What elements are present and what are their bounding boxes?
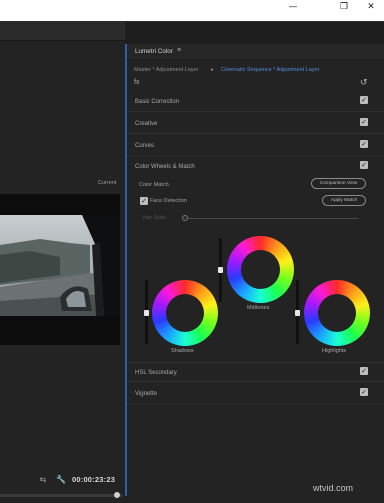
hue-scale-slider[interactable] xyxy=(184,218,358,219)
color-wheels-checkbox[interactable]: ✓ xyxy=(360,161,368,169)
video-preview[interactable] xyxy=(0,194,120,345)
swap-icon[interactable]: ⇆ xyxy=(38,474,48,484)
midtones-label: Midtones xyxy=(247,305,270,311)
fx-bypass-icon[interactable]: fx xyxy=(134,79,139,86)
clip-selector: Master * Adjustment Layer ▸ Cinematic Se… xyxy=(127,62,384,78)
panel-menu-icon[interactable]: ≡ xyxy=(177,47,181,54)
shadows-color-wheel[interactable] xyxy=(152,280,218,346)
playhead-timecode[interactable]: 00:00:23:23 xyxy=(72,475,115,484)
creative-checkbox[interactable]: ✓ xyxy=(360,118,368,126)
curves-checkbox[interactable]: ✓ xyxy=(360,140,368,148)
face-detection-checkbox[interactable]: ✓ xyxy=(140,197,148,205)
shadows-wheel-center[interactable] xyxy=(166,294,204,332)
highlights-slider-knob[interactable] xyxy=(295,310,300,316)
minimize-button[interactable]: — xyxy=(280,0,306,14)
hue-scale-label: Hue Scale xyxy=(143,215,167,221)
close-button[interactable]: ✕ xyxy=(358,0,384,14)
video-frame-image xyxy=(0,215,120,316)
lumetri-toolbar: fx ↺ xyxy=(127,78,384,90)
color-match-label: Color Match xyxy=(139,182,169,188)
reset-icon[interactable]: ↺ xyxy=(360,78,368,88)
maximize-button[interactable]: ❐ xyxy=(331,0,357,14)
midtones-slider-knob[interactable] xyxy=(218,267,223,273)
section-label: Creative xyxy=(135,121,158,127)
comparison-view-button[interactable]: Comparison View xyxy=(311,178,366,189)
highlights-wheel-center[interactable] xyxy=(318,294,356,332)
master-clip-link[interactable]: Master * Adjustment Layer xyxy=(134,67,199,73)
section-label: Vignette xyxy=(135,391,157,397)
playhead-handle[interactable] xyxy=(114,492,120,498)
face-detection-label: Face Detection xyxy=(150,198,187,204)
highlights-color-wheel[interactable] xyxy=(304,280,370,346)
vignette-checkbox[interactable]: ✓ xyxy=(360,388,368,396)
lumetri-tab-bar: Lumetri Color ≡ xyxy=(127,44,384,60)
hsl-secondary-checkbox[interactable]: ✓ xyxy=(360,367,368,375)
window-titlebar: — ❐ ✕ xyxy=(0,0,384,21)
basic-correction-checkbox[interactable]: ✓ xyxy=(360,96,368,104)
section-label: HSL Secondary xyxy=(135,370,177,376)
shadows-label: Shadows xyxy=(171,348,194,354)
clip-arrow-icon: ▸ xyxy=(211,67,214,73)
section-creative[interactable]: Creative ✓ xyxy=(127,114,384,134)
hue-scale-knob[interactable] xyxy=(182,215,188,221)
apply-match-button[interactable]: Apply Match xyxy=(322,195,366,206)
watermark: wtvid.com xyxy=(313,483,354,493)
program-monitor-header xyxy=(0,22,125,41)
section-curves[interactable]: Curves ✓ xyxy=(127,136,384,156)
section-hsl-secondary[interactable]: HSL Secondary ✓ xyxy=(127,362,384,382)
section-basic-correction[interactable]: Basic Correction ✓ xyxy=(127,92,384,112)
shadows-slider-knob[interactable] xyxy=(144,310,149,316)
section-color-wheels[interactable]: Color Wheels & Match ✓ xyxy=(127,157,384,177)
tab-lumetri-color[interactable]: Lumetri Color xyxy=(135,48,173,55)
current-label: Current xyxy=(98,180,117,186)
playback-scrubber[interactable] xyxy=(0,494,122,497)
section-label: Color Wheels & Match xyxy=(135,164,195,170)
wrench-icon[interactable]: 🔧 xyxy=(56,474,66,484)
section-label: Curves xyxy=(135,143,155,149)
section-label: Basic Correction xyxy=(135,99,180,105)
section-vignette[interactable]: Vignette ✓ xyxy=(127,384,384,404)
highlights-label: Highlights xyxy=(322,348,347,354)
sequence-clip-link[interactable]: Cinematic Sequence * Adjustment Layer xyxy=(221,67,319,73)
midtones-wheel-center[interactable] xyxy=(241,250,280,289)
midtones-color-wheel[interactable] xyxy=(227,236,294,303)
